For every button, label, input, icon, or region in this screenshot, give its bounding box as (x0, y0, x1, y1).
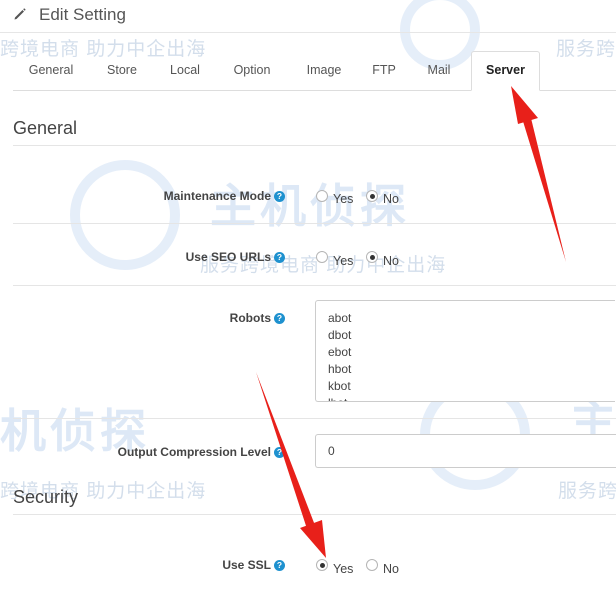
compression-level-input[interactable]: 0 (315, 434, 616, 468)
pencil-icon (14, 8, 26, 20)
divider (13, 418, 616, 419)
seo-urls-label: Use SEO URLs (185, 250, 271, 264)
seo-urls-no-radio[interactable] (366, 251, 378, 263)
help-icon[interactable]: ? (274, 191, 285, 202)
tab-server[interactable]: Server (471, 51, 540, 91)
watermark-brand: 主机侦探 (210, 180, 410, 232)
tab-mail[interactable]: Mail (415, 52, 463, 89)
arrow-to-server-tab-icon (511, 86, 566, 262)
tab-local[interactable]: Local (159, 52, 211, 89)
help-icon[interactable]: ? (274, 313, 285, 324)
maintenance-mode-no-radio[interactable] (366, 190, 378, 202)
maintenance-mode-yes-label[interactable]: Yes (333, 192, 353, 206)
use-ssl-no-radio[interactable] (366, 559, 378, 571)
robots-line: abot (328, 311, 352, 325)
robots-label: Robots (229, 311, 271, 325)
use-ssl-yes-radio[interactable] (316, 559, 328, 571)
help-icon[interactable]: ? (274, 560, 285, 571)
robots-line: dbot (328, 328, 352, 342)
section-title-general: General (13, 118, 78, 138)
tab-store[interactable]: Store (93, 52, 151, 89)
panel-heading: Edit Setting (0, 0, 616, 33)
maintenance-mode-yes-radio[interactable] (316, 190, 328, 202)
divider (13, 514, 616, 515)
page-title: Edit Setting (39, 5, 126, 24)
robots-line: hbot (328, 362, 352, 376)
robots-line: lbot (328, 395, 603, 401)
use-ssl-no-label[interactable]: No (383, 562, 399, 576)
divider (13, 223, 616, 224)
use-ssl-yes-label[interactable]: Yes (333, 562, 353, 576)
divider (13, 145, 616, 146)
tab-option[interactable]: Option (219, 52, 285, 89)
compression-level-label: Output Compression Level (117, 445, 271, 459)
watermark-tagline-short: 服务跨 (558, 481, 616, 502)
help-icon[interactable]: ? (274, 252, 285, 263)
tab-general[interactable]: General (18, 52, 84, 89)
tab-ftp[interactable]: FTP (363, 52, 405, 89)
seo-urls-no-label[interactable]: No (383, 254, 399, 268)
tab-image[interactable]: Image (295, 52, 353, 89)
seo-urls-yes-label[interactable]: Yes (333, 254, 353, 268)
use-ssl-label: Use SSL (222, 558, 271, 572)
robots-line: ebot (328, 345, 352, 359)
maintenance-mode-no-label[interactable]: No (383, 192, 399, 206)
settings-tabs: General Store Local Option Image FTP Mai… (13, 51, 616, 91)
robots-textarea[interactable]: abot dbot ebot hbot kbot lbot (315, 300, 615, 402)
maintenance-mode-label: Maintenance Mode (163, 189, 271, 203)
divider (13, 285, 616, 286)
help-icon[interactable]: ? (274, 447, 285, 458)
seo-urls-yes-radio[interactable] (316, 251, 328, 263)
section-title-security: Security (13, 487, 79, 507)
robots-line: kbot (328, 379, 351, 393)
